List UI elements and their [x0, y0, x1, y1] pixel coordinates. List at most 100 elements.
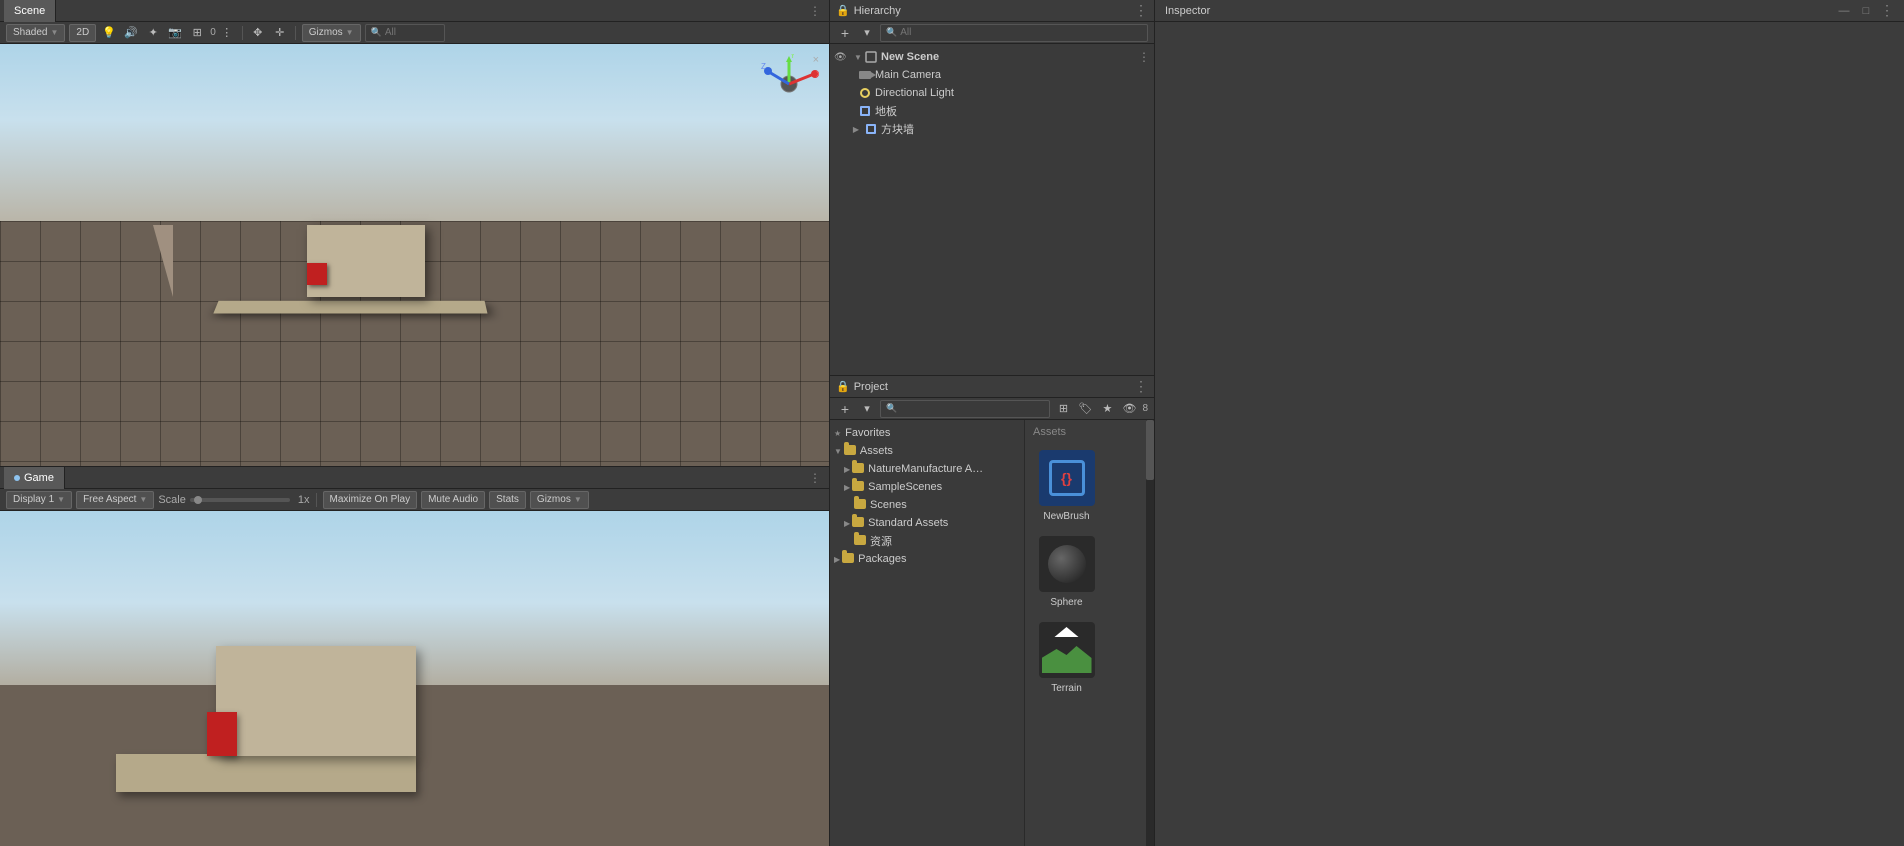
scene-viewport: Y X Z × — [0, 44, 829, 466]
project-scrollbar[interactable] — [1146, 420, 1154, 846]
lighting-icon[interactable]: 💡 — [100, 24, 118, 42]
hierarchy-content: 👁 ▼ New Scene ⋮ Main Camera — [830, 44, 1154, 375]
project-eye-off-icon[interactable]: 👁 — [1120, 400, 1138, 418]
tab-scene[interactable]: Scene — [4, 0, 56, 22]
game-panel: Game ⋮ Display 1 ▼ Free Aspect ▼ Scale — [0, 466, 830, 846]
project-search-input[interactable] — [900, 403, 1044, 414]
scene-tab-bar: Scene ⋮ — [0, 0, 829, 22]
inspector-maximize-btn[interactable]: □ — [1858, 3, 1874, 19]
project-toolbar: + ▾ 🔍 ⊞ 🏷 ★ 👁 8 — [830, 398, 1154, 420]
scene-context-btn[interactable]: ⋮ — [1138, 50, 1150, 64]
scene-search-box[interactable]: 🔍 — [365, 24, 445, 42]
scene-gizmo[interactable]: Y X Z × — [759, 54, 819, 114]
audio-icon[interactable]: 🔊 — [122, 24, 140, 42]
maximize-on-play-btn[interactable]: Maximize On Play — [323, 491, 418, 509]
project-tag-icon[interactable]: 🏷 — [1076, 400, 1094, 418]
hierarchy-item-1[interactable]: Directional Light — [830, 84, 1154, 102]
light-icon — [858, 86, 872, 100]
project-tree-sample[interactable]: ▶ SampleScenes — [830, 478, 1024, 496]
project-scrollbar-thumb — [1146, 420, 1154, 480]
hierarchy-search-input[interactable] — [900, 27, 1142, 38]
mute-audio-btn[interactable]: Mute Audio — [421, 491, 485, 509]
project-tree-standard[interactable]: ▶ Standard Assets — [830, 514, 1024, 532]
tree-sample-label: SampleScenes — [868, 481, 942, 493]
stats-btn[interactable]: Stats — [489, 491, 526, 509]
hierarchy-add-btn[interactable]: + — [836, 24, 854, 42]
project-menu-btn[interactable]: ⋮ — [1134, 378, 1148, 395]
hierarchy-item-2[interactable]: 地板 — [830, 102, 1154, 120]
gizmos-arrow: ▼ — [346, 28, 354, 37]
svg-text:X: X — [816, 70, 819, 79]
asset-sphere[interactable]: Sphere — [1029, 530, 1104, 612]
display-dropdown[interactable]: Display 1 ▼ — [6, 491, 72, 509]
project-search-box[interactable]: 🔍 — [880, 400, 1050, 418]
project-star-icon[interactable]: ★ — [1098, 400, 1116, 418]
scale-slider[interactable] — [190, 498, 290, 502]
scene-objects — [0, 44, 829, 466]
inspector-title: Inspector — [1165, 5, 1210, 17]
gizmo-svg: Y X Z — [759, 54, 819, 114]
scene-camera-icon[interactable]: 📷 — [166, 24, 184, 42]
packages-folder-icon — [842, 553, 854, 566]
project-icon-count: 8 — [1142, 403, 1148, 414]
aspect-dropdown[interactable]: Free Aspect ▼ — [76, 491, 154, 509]
gizmo-close[interactable]: × — [813, 54, 819, 66]
project-filter-icon[interactable]: ⊞ — [1054, 400, 1072, 418]
hierarchy-item-3[interactable]: ▶ 方块墙 — [830, 120, 1154, 138]
hierarchy-item-0[interactable]: Main Camera — [830, 66, 1154, 84]
hierarchy-label-0: Main Camera — [875, 69, 941, 81]
game-objects — [0, 511, 829, 846]
scene-expand-arrow[interactable]: ▼ — [852, 53, 864, 62]
inspector-minimize-btn[interactable]: — — [1836, 3, 1852, 19]
game-wall — [216, 646, 416, 756]
newbrush-asset-icon: {} — [1037, 448, 1097, 508]
project-add-btn[interactable]: + — [836, 400, 854, 418]
hierarchy-search-box[interactable]: 🔍 — [880, 24, 1148, 42]
favorites-label: Favorites — [845, 427, 890, 439]
hierarchy-title: Hierarchy — [854, 5, 901, 17]
scene-platform-base — [213, 301, 487, 314]
project-tree-scenes[interactable]: Scenes — [830, 496, 1024, 514]
scene-search-input[interactable] — [385, 27, 435, 38]
scale-control: Scale 1x — [158, 494, 309, 506]
move-tool-icon[interactable]: ✛ — [271, 24, 289, 42]
scene-icon — [864, 50, 878, 64]
hand-tool-icon[interactable]: ✥ — [249, 24, 267, 42]
project-tree-resources[interactable]: 资源 — [830, 532, 1024, 550]
project-tree-packages[interactable]: ▶ Packages — [830, 550, 1024, 568]
hierarchy-toolbar: + ▾ 🔍 — [830, 22, 1154, 44]
scene-extra-icon[interactable]: ⋮ — [218, 24, 236, 42]
asset-newbrush[interactable]: {} NewBrush — [1029, 444, 1104, 526]
fx-icon[interactable]: ✦ — [144, 24, 162, 42]
item3-expand-arrow[interactable]: ▶ — [850, 125, 862, 134]
project-lock-icon: 🔒 — [836, 380, 850, 393]
hierarchy-lock-icon: 🔒 — [836, 4, 850, 17]
grid-icon[interactable]: ⊞ — [188, 24, 206, 42]
game-gizmos-dropdown[interactable]: Gizmos ▼ — [530, 491, 589, 509]
asset-terrain[interactable]: Terrain — [1029, 616, 1104, 698]
project-tree-nature[interactable]: ▶ NatureManufacture Asse... — [830, 460, 1024, 478]
hierarchy-menu-btn[interactable]: ⋮ — [1134, 2, 1148, 19]
inspector-menu-btn[interactable]: ⋮ — [1880, 2, 1894, 19]
toolbar-separator-1 — [242, 26, 243, 40]
view-2d-button[interactable]: 2D — [69, 24, 96, 42]
project-down-arrow[interactable]: ▾ — [858, 400, 876, 418]
hierarchy-label-1: Directional Light — [875, 87, 954, 99]
project-tree-favorites[interactable]: ★ Favorites — [830, 424, 1024, 442]
hierarchy-item-scene[interactable]: 👁 ▼ New Scene ⋮ — [830, 48, 1154, 66]
project-tree-assets[interactable]: ▼ Assets — [830, 442, 1024, 460]
hierarchy-search-icon: 🔍 — [886, 27, 897, 38]
game-tab-dot — [14, 475, 20, 481]
tab-game[interactable]: Game — [4, 467, 65, 489]
gizmos-dropdown[interactable]: Gizmos ▼ — [302, 24, 361, 42]
tree-resources-label: 资源 — [870, 533, 892, 549]
hierarchy-down-arrow[interactable]: ▾ — [858, 24, 876, 42]
shading-dropdown[interactable]: Shaded ▼ — [6, 24, 65, 42]
project-panel: 🔒 Project ⋮ + ▾ 🔍 ⊞ 🏷 ★ 👁 8 — [830, 375, 1155, 846]
game-tab-more[interactable]: ⋮ — [805, 471, 825, 485]
hierarchy-label-3: 方块墙 — [881, 121, 914, 137]
inspector-panel: Inspector — □ ⋮ — [1155, 0, 1904, 846]
scene-tab-more[interactable]: ⋮ — [805, 4, 825, 18]
scene-eye-icon[interactable]: 👁 — [834, 52, 850, 63]
project-tree: ★ Favorites ▼ Assets ▶ NatureManufacture… — [830, 420, 1025, 846]
